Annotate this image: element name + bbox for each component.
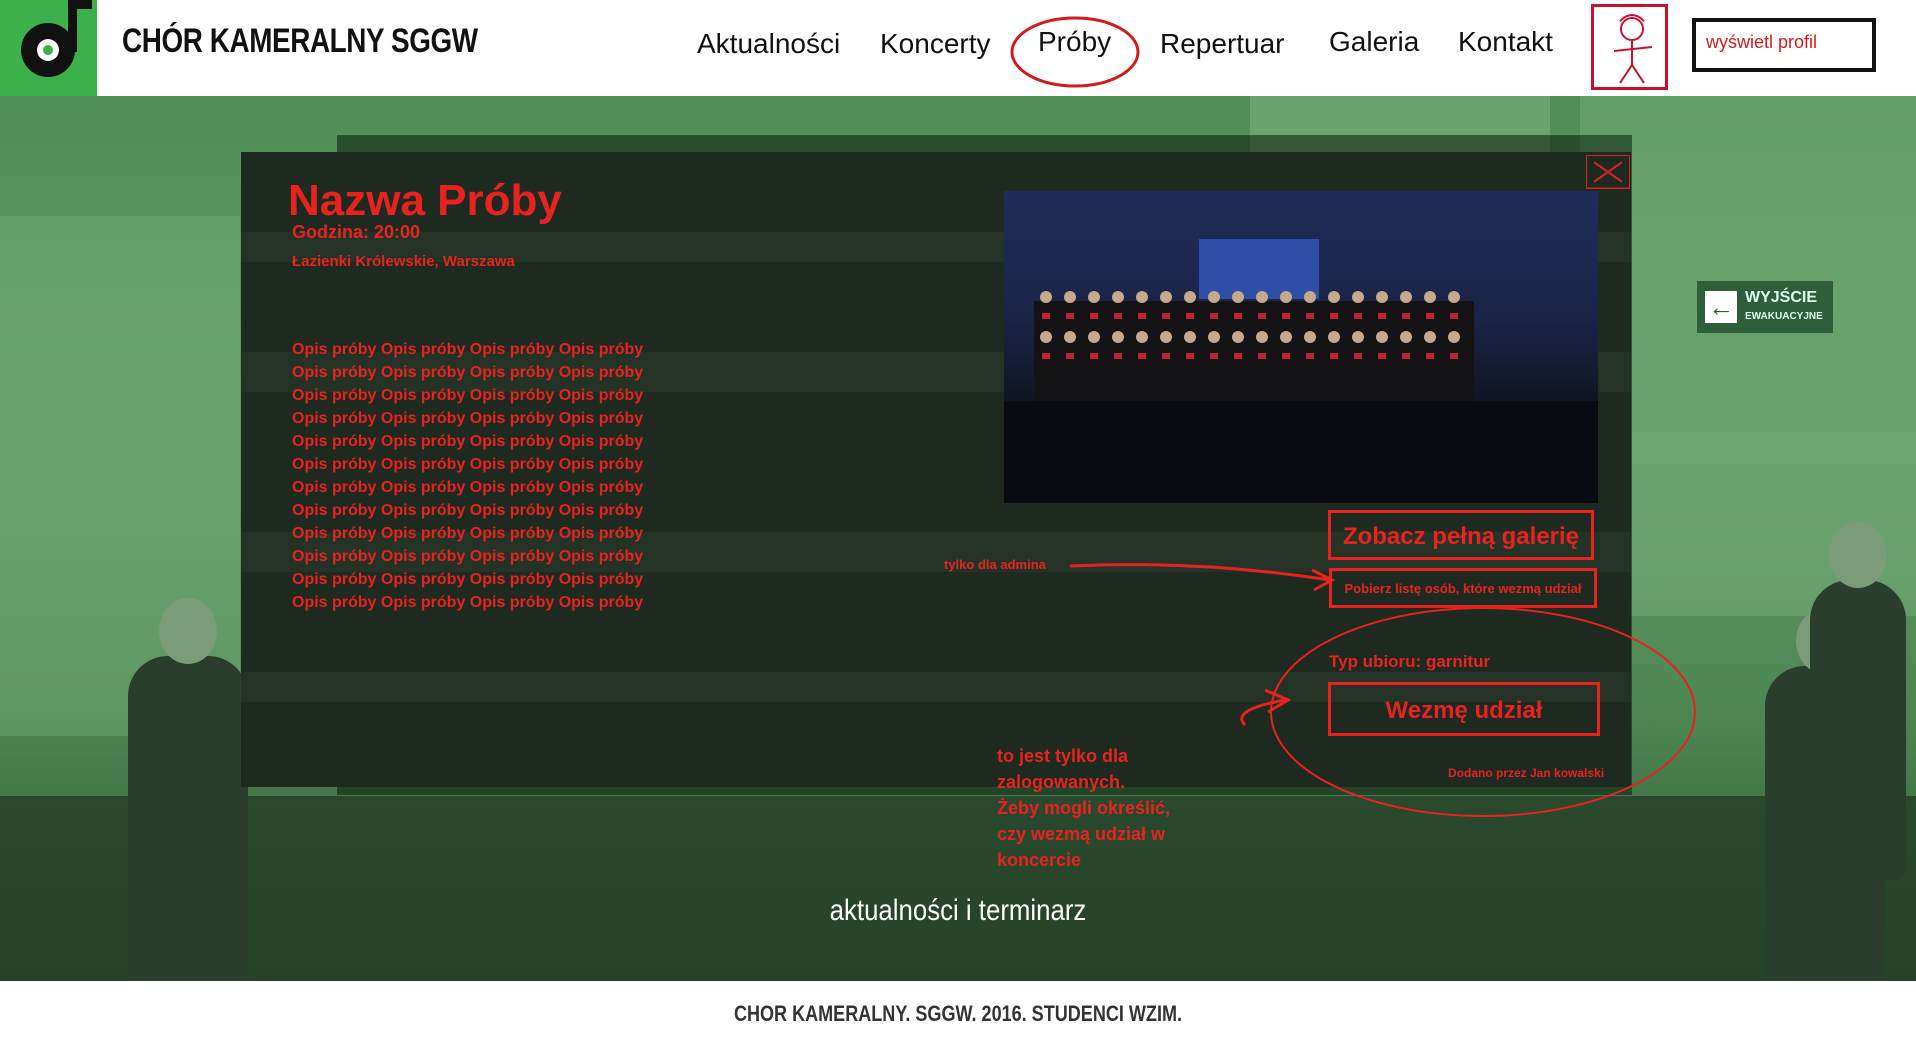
rehearsal-description: Opis próby Opis próby Opis próby Opis pr…	[292, 338, 672, 614]
site-header: CHÓR KAMERALNY SGGW Aktualności Koncerty…	[0, 0, 1916, 96]
view-profile-label: wyświetl profil	[1706, 32, 1818, 52]
description-line: Opis próby Opis próby Opis próby Opis pr…	[292, 410, 644, 427]
nav-koncerty[interactable]: Koncerty	[880, 28, 991, 60]
section-label: aktualności i terminarz	[829, 894, 1087, 927]
stage-floor	[0, 796, 1916, 981]
join-rehearsal-button[interactable]: Wezmę udział	[1328, 682, 1600, 736]
join-rehearsal-label: Wezmę udział	[1385, 697, 1543, 724]
exit-sign-subtext: EWAKUACYJNE	[1745, 311, 1823, 322]
user-sketch-icon	[1613, 14, 1653, 84]
music-note-icon	[21, 0, 92, 77]
admin-only-note: tylko dla admina	[944, 557, 1046, 572]
nav-kontakt[interactable]: Kontakt	[1458, 26, 1553, 58]
close-modal-button[interactable]	[1586, 155, 1630, 189]
download-participants-label: Pobierz listę osób, które wezmą udział	[1344, 581, 1582, 596]
description-line: Opis próby Opis próby Opis próby Opis pr…	[292, 364, 644, 381]
description-line: Opis próby Opis próby Opis próby Opis pr…	[292, 502, 644, 519]
description-line: Opis próby Opis próby Opis próby Opis pr…	[292, 433, 644, 450]
description-line: Opis próby Opis próby Opis próby Opis pr…	[292, 387, 644, 404]
description-line: Opis próby Opis próby Opis próby Opis pr…	[292, 341, 644, 358]
nav-galeria[interactable]: Galeria	[1329, 26, 1419, 58]
description-line: Opis próby Opis próby Opis próby Opis pr…	[292, 594, 644, 611]
nav-aktualnosci[interactable]: Aktualności	[697, 28, 840, 60]
dress-code: Typ ubioru: garnitur	[1329, 652, 1491, 671]
download-participants-button[interactable]: Pobierz listę osób, które wezmą udział	[1329, 568, 1597, 608]
logo[interactable]	[0, 0, 97, 96]
avatar[interactable]	[1591, 4, 1668, 90]
rehearsal-title: Nazwa Próby	[288, 176, 562, 225]
description-line: Opis próby Opis próby Opis próby Opis pr…	[292, 479, 644, 496]
description-line: Opis próby Opis próby Opis próby Opis pr…	[292, 571, 644, 588]
full-gallery-button[interactable]: Zobacz pełną galerię	[1328, 510, 1594, 560]
choir-member	[128, 598, 248, 981]
description-line: Opis próby Opis próby Opis próby Opis pr…	[292, 456, 644, 473]
arrow-left-icon: ←	[1705, 291, 1737, 323]
nav-repertuar[interactable]: Repertuar	[1160, 28, 1285, 60]
site-title[interactable]: CHÓR KAMERALNY SGGW	[122, 22, 478, 61]
description-line: Opis próby Opis próby Opis próby Opis pr…	[292, 525, 644, 542]
full-gallery-label: Zobacz pełną galerię	[1342, 523, 1580, 550]
footer: CHOR KAMERALNY. SGGW. 2016. STUDENCI WZI…	[0, 981, 1916, 1040]
added-by: Dodano przez Jan kowalski	[1448, 766, 1605, 780]
logged-in-note: to jest tylko dla zalogowanych. Żeby mog…	[997, 746, 1171, 870]
choir-member	[1810, 522, 1906, 880]
rehearsal-photo[interactable]	[1004, 191, 1598, 503]
rehearsal-time: Godzina: 20:00	[292, 222, 421, 242]
nav-proby[interactable]: Próby	[1038, 26, 1111, 58]
rehearsal-place: Łazienki Królewskie, Warszawa	[292, 253, 515, 270]
footer-text: CHOR KAMERALNY. SGGW. 2016. STUDENCI WZI…	[733, 1001, 1183, 1026]
exit-sign: ← WYJŚCIE EWAKUACYJNE	[1697, 281, 1833, 333]
exit-sign-text: WYJŚCIE	[1745, 289, 1818, 306]
view-profile-button[interactable]: wyświetl profil	[1692, 18, 1876, 72]
description-line: Opis próby Opis próby Opis próby Opis pr…	[292, 548, 644, 565]
